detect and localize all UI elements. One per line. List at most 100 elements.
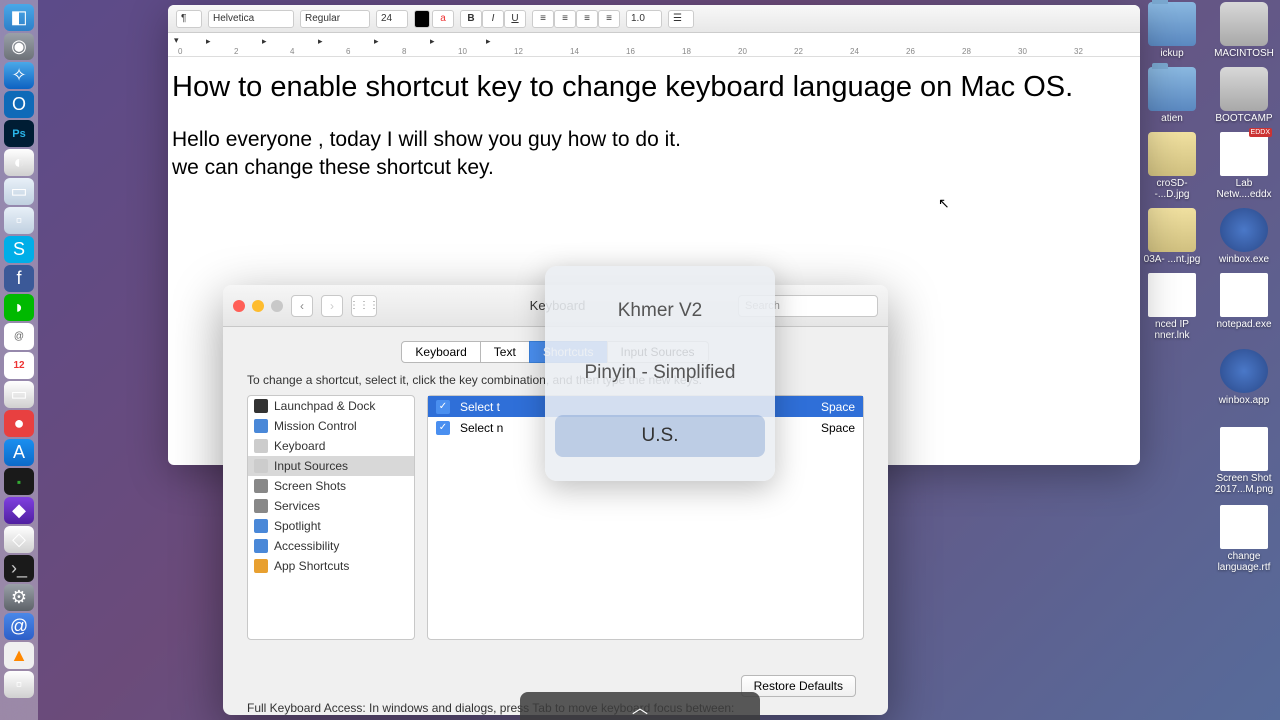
dock-photoshop-icon[interactable]: Ps [4, 120, 34, 147]
dock-unity-icon[interactable]: ◇ [4, 526, 34, 553]
desktop-icon[interactable]: winbox.app [1210, 349, 1278, 419]
tab-keyboard[interactable]: Keyboard [401, 341, 480, 363]
line-spacing-select[interactable]: 1.0 [626, 10, 662, 28]
desktop-icon[interactable]: change language.rtf [1210, 505, 1278, 575]
desktop-icon[interactable] [1138, 505, 1206, 575]
align-center-button[interactable]: ≡ [554, 10, 576, 28]
dock-mail-icon[interactable]: @ [4, 613, 34, 640]
desktop-icon[interactable]: winbox.exe [1210, 208, 1278, 265]
category-label: Mission Control [274, 419, 357, 433]
hd-icon [1220, 67, 1268, 111]
desktop-icon[interactable]: BOOTCAMP [1210, 67, 1278, 124]
input-source-option[interactable]: Pinyin - Simplified [555, 352, 765, 394]
category-accessibility[interactable]: Accessibility [248, 536, 414, 556]
category-icon [254, 559, 268, 573]
input-source-option[interactable]: Khmer V2 [555, 290, 765, 332]
checkbox[interactable]: ✓ [436, 421, 450, 435]
category-input-sources[interactable]: Input Sources [248, 456, 414, 476]
category-app-shortcuts[interactable]: App Shortcuts [248, 556, 414, 576]
dock-disk-icon[interactable]: ◐ [4, 149, 34, 176]
category-keyboard[interactable]: Keyboard [248, 436, 414, 456]
dock-app24-icon[interactable]: ▫ [4, 671, 34, 698]
category-launchpad---dock[interactable]: Launchpad & Dock [248, 396, 414, 416]
dock-activity-icon[interactable]: ▪ [4, 468, 34, 495]
desktop-icon[interactable]: Screen Shot 2017...M.png [1210, 427, 1278, 497]
desktop-icon[interactable]: MACINTOSH [1210, 2, 1278, 59]
category-icon [254, 479, 268, 493]
font-size-select[interactable]: 24 [376, 10, 408, 28]
align-justify-button[interactable]: ≡ [598, 10, 620, 28]
dock-reminders-icon[interactable]: ● [4, 410, 34, 437]
close-button[interactable] [233, 300, 245, 312]
category-mission-control[interactable]: Mission Control [248, 416, 414, 436]
bottom-dock-indicator[interactable]: ︿ [520, 692, 760, 720]
document-paragraph[interactable]: Hello everyone , today I will show you g… [172, 126, 1136, 154]
dock-outlook-icon[interactable]: O [4, 91, 34, 118]
dock-facebook-icon[interactable]: f [4, 265, 34, 292]
align-left-button[interactable]: ≡ [532, 10, 554, 28]
category-services[interactable]: Services [248, 496, 414, 516]
document-paragraph[interactable]: we can change these shortcut key. [172, 154, 1136, 182]
document-title[interactable]: How to enable shortcut key to change key… [172, 71, 1136, 104]
dock-line-icon[interactable]: ◗ [4, 294, 34, 321]
category-label: Screen Shots [274, 479, 346, 493]
tab-text[interactable]: Text [480, 341, 530, 363]
dock-finder-icon[interactable]: ◧ [4, 4, 34, 31]
desktop-icon[interactable]: croSD- -...D.jpg [1138, 132, 1206, 200]
desktop-icon[interactable]: EDDXLab Netw....eddx [1210, 132, 1278, 200]
show-all-button[interactable]: ⋮⋮⋮ [351, 295, 377, 317]
checkbox[interactable]: ✓ [436, 400, 450, 414]
font-family-select[interactable]: Helvetica [208, 10, 294, 28]
dock-settings-icon[interactable]: ⚙ [4, 584, 34, 611]
dock-icon[interactable]: ▭ [4, 178, 34, 205]
underline-button[interactable]: U [504, 10, 526, 28]
icon-label: nced IP nner.lnk [1138, 319, 1206, 341]
icon-label: MACINTOSH [1214, 48, 1274, 59]
textedit-ruler[interactable]: 0▸2▸4▸6▸8▸10▸1214161820222426283032▾ [168, 33, 1140, 57]
dock-app2-icon[interactable]: ◆ [4, 497, 34, 524]
cursor-icon: ↖ [938, 195, 950, 212]
dock-terminal-icon[interactable]: ›_ [4, 555, 34, 582]
paragraph-style-select[interactable]: ¶ [176, 10, 202, 28]
bold-button[interactable]: B [460, 10, 482, 28]
shortcut-label: Select n [460, 421, 503, 435]
desktop-icon[interactable]: ickup [1138, 2, 1206, 59]
desktop-icon[interactable]: nced IP nner.lnk [1138, 273, 1206, 341]
shortcut-label: Select t [460, 400, 500, 414]
category-label: Launchpad & Dock [274, 399, 375, 413]
input-source-option[interactable]: U.S. [555, 415, 765, 457]
img-icon [1148, 132, 1196, 176]
back-button[interactable]: ‹ [291, 295, 313, 317]
dock-appstore-icon[interactable]: A [4, 439, 34, 466]
folder-icon [1148, 67, 1196, 111]
dock-calendar-icon[interactable]: 12 [4, 352, 34, 379]
align-right-button[interactable]: ≡ [576, 10, 598, 28]
forward-button[interactable]: › [321, 295, 343, 317]
list-style-select[interactable]: ☰ [668, 10, 694, 28]
desktop-icon[interactable] [1138, 427, 1206, 497]
dock-notes-icon[interactable]: ▭ [4, 381, 34, 408]
zoom-button[interactable] [271, 300, 283, 312]
dock-vlc-icon[interactable]: ▲ [4, 642, 34, 669]
textedit-content[interactable]: How to enable shortcut key to change key… [168, 57, 1140, 197]
category-spotlight[interactable]: Spotlight [248, 516, 414, 536]
icon-label: BOOTCAMP [1215, 113, 1272, 124]
desktop-icon[interactable]: 03A- ...nt.jpg [1138, 208, 1206, 265]
font-weight-select[interactable]: Regular [300, 10, 370, 28]
input-source-switcher: Khmer V2 Pinyin - Simplified U.S. [545, 266, 775, 481]
desktop-icon[interactable]: atien [1138, 67, 1206, 124]
category-screen-shots[interactable]: Screen Shots [248, 476, 414, 496]
desktop-icon[interactable] [1138, 349, 1206, 419]
dock-finder2-icon[interactable]: ▫ [4, 207, 34, 234]
dock-app-icon[interactable]: @ [4, 323, 34, 350]
highlight-color-button[interactable]: a [432, 10, 454, 28]
icon-label: Screen Shot 2017...M.png [1210, 473, 1278, 495]
text-color-button[interactable] [414, 10, 430, 28]
desktop-icon[interactable]: notepad.exe [1210, 273, 1278, 341]
dock-skype-icon[interactable]: S [4, 236, 34, 263]
file-icon: EDDX [1220, 132, 1268, 176]
dock-dashboard-icon[interactable]: ◉ [4, 33, 34, 60]
dock-safari-icon[interactable]: ✧ [4, 62, 34, 89]
minimize-button[interactable] [252, 300, 264, 312]
italic-button[interactable]: I [482, 10, 504, 28]
